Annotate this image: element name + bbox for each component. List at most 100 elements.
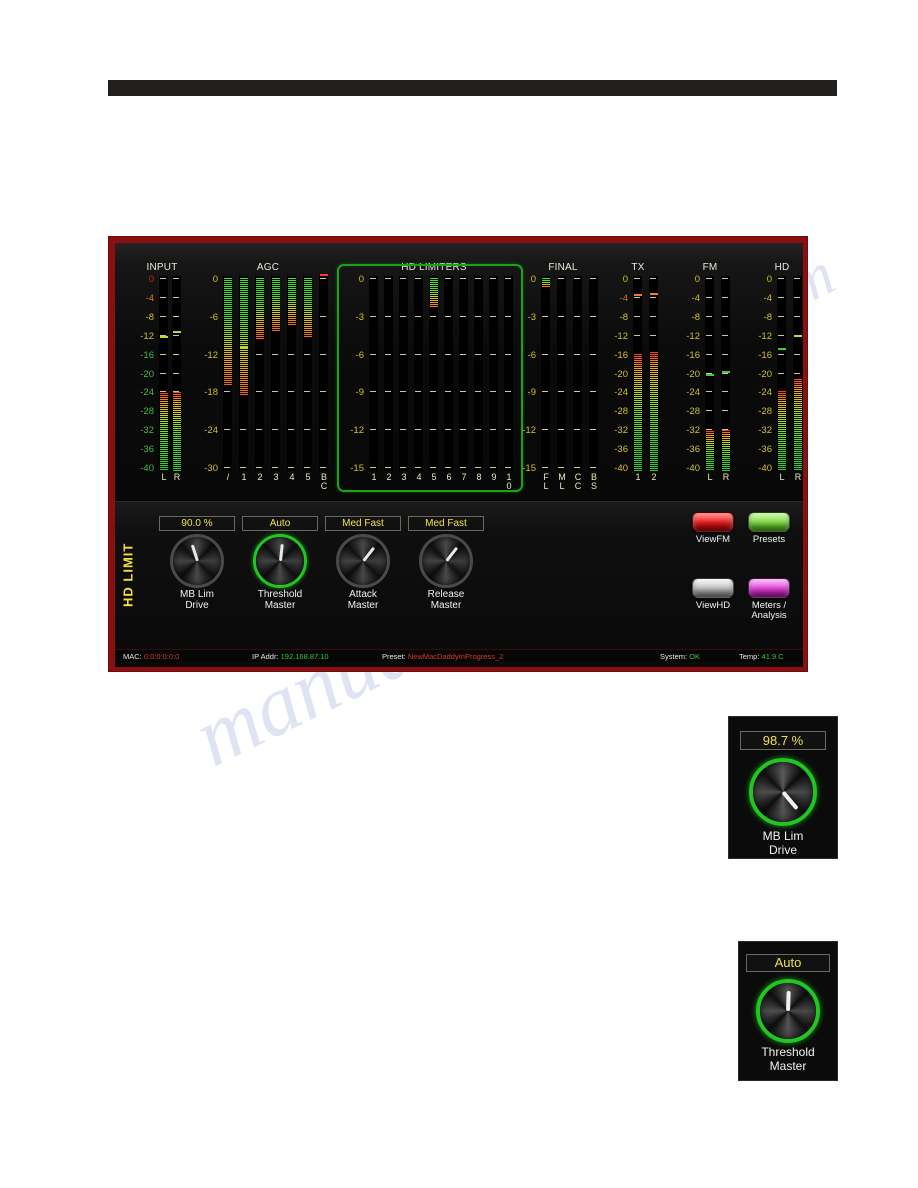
meter-scale-label: -32	[758, 425, 772, 437]
knob-value-display[interactable]: Med Fast	[408, 516, 484, 531]
inset-2-caption: Threshold Master	[739, 1045, 837, 1074]
knob-dial[interactable]	[170, 534, 224, 588]
meter-channel-label: 3	[273, 472, 279, 482]
meter-channel-label: L	[779, 472, 785, 482]
meter-bar-segments	[633, 354, 642, 471]
button-caption: Meters / Analysis	[751, 600, 787, 621]
meter-bar	[705, 276, 714, 471]
meter-title: HD	[774, 262, 790, 273]
inset-1-knob[interactable]	[749, 758, 817, 826]
status-system: System: OK	[660, 650, 700, 663]
meter-title: TX	[631, 262, 645, 273]
meter-scale-label: -40	[758, 463, 772, 474]
button-led[interactable]	[748, 578, 790, 598]
meter-peak-marker	[239, 347, 248, 350]
meter-scale: 0 -4 -8 -12 -16 -20 -24 -28 -32 -36 -40	[605, 275, 628, 474]
meter-group-input: INPUT 0 -4 -8 -12 -16 -20 -24 -28 -32 -36 -40 L R	[133, 243, 191, 501]
inset-1-value[interactable]: 98.7 %	[740, 731, 826, 750]
meter-channel-label: R	[722, 472, 730, 482]
button-viewfm[interactable]: ViewFM	[687, 512, 739, 545]
meter-scale: 0 -4 -8 -12 -16 -20 -24 -28 -32 -36 -40	[677, 274, 700, 474]
meter-bar-segments	[705, 431, 714, 471]
meter-scale-label: -20	[140, 368, 154, 380]
meter-scale-label: -28	[614, 406, 628, 418]
meter-bar	[303, 276, 312, 471]
meter-bar-segments	[721, 429, 730, 471]
inset-2-knob[interactable]	[756, 979, 820, 1043]
inset-1-caption: MB Lim Drive	[729, 829, 837, 858]
meter-scale-label: -15	[522, 463, 536, 474]
button-led[interactable]	[692, 578, 734, 598]
knob-caption-line1: MB Lim	[180, 589, 214, 600]
knob-dial[interactable]	[253, 534, 307, 588]
meter-scale-label: -30	[204, 463, 218, 474]
meter-scale-label: -12	[686, 330, 700, 342]
meter-title: FINAL	[548, 262, 578, 273]
meter-channel-labels: LR	[777, 473, 803, 499]
knob-value-display[interactable]: Med Fast	[325, 516, 401, 531]
button-led[interactable]	[748, 512, 790, 532]
knob-caption: Attack Master	[323, 589, 403, 611]
status-temp-value: 41.9 C	[761, 652, 784, 661]
meter-bar-segments	[287, 278, 296, 327]
meter-channel-label: BS	[590, 472, 597, 491]
meter-bar	[271, 276, 280, 471]
meter-scale-label: -6	[527, 349, 536, 361]
meter-bar-ticks	[557, 276, 566, 471]
meter-bar	[573, 276, 582, 471]
meter-channel-labels: LR	[705, 473, 737, 499]
meter-channel-label: L	[707, 472, 713, 482]
button-caption: Presets	[752, 534, 786, 545]
meter-scale-label: 0	[694, 274, 700, 285]
meter-channel-label: 1	[241, 472, 247, 482]
meter-scale: 0 -6 -12 -18 -24 -30	[195, 275, 218, 474]
meter-bar-segments	[255, 278, 264, 341]
meter-scale-label: -32	[686, 425, 700, 437]
meter-scale-label: -24	[140, 387, 154, 399]
meter-bar	[239, 276, 248, 471]
meter-bar	[589, 276, 598, 471]
meter-bar-ticks	[589, 276, 598, 471]
meter-scale: 0 -4 -8 -12 -16 -20 -24 -28 -32 -36 -40	[749, 275, 772, 474]
meter-scale-label: -32	[140, 425, 154, 437]
meter-bar	[721, 276, 730, 471]
knob-caption: Threshold Master	[240, 589, 320, 611]
button-viewhd[interactable]: ViewHD	[687, 578, 739, 611]
knob-dial[interactable]	[336, 534, 390, 588]
status-mac: MAC: 0:0:0:0:0:0	[123, 650, 179, 663]
meter-peak-marker	[319, 274, 328, 276]
meter-scale-label: -3	[527, 311, 536, 323]
button-presets[interactable]: Presets	[743, 512, 795, 545]
meter-scale-label: -8	[619, 311, 628, 323]
meter-channel-labels: 12	[633, 473, 665, 499]
meter-channel-label: /	[226, 472, 230, 482]
meter-bar-segments	[271, 278, 280, 332]
knob-value-display[interactable]: Auto	[242, 516, 318, 531]
meter-bars	[159, 276, 185, 471]
button-led[interactable]	[692, 512, 734, 532]
meter-channel-label: 2	[651, 472, 657, 482]
inset-2-value[interactable]: Auto	[746, 954, 830, 972]
meter-bar	[633, 276, 642, 471]
meter-bar-segments	[172, 392, 181, 471]
status-mac-value: 0:0:0:0:0:0	[143, 652, 180, 661]
meter-channel-label: 1	[635, 472, 641, 482]
knob-caption: MB Lim Drive	[157, 589, 237, 611]
meter-scale-label: -24	[204, 425, 218, 437]
knob-threshold: Auto Threshold Master	[240, 516, 320, 611]
meter-channel-label: L	[161, 472, 167, 482]
knob-dial[interactable]	[419, 534, 473, 588]
knob-value-display[interactable]: 90.0 %	[159, 516, 235, 531]
meter-scale-label: -16	[686, 349, 700, 361]
inset-2-knob-pointer	[786, 990, 791, 1012]
meter-channel-label: 4	[289, 472, 295, 482]
button-meters-analysis[interactable]: Meters / Analysis	[743, 578, 795, 621]
meter-scale-label: -28	[686, 406, 700, 418]
meter-scale-label: -24	[614, 387, 628, 399]
meter-channel-labels: / 1 2 3 4 5 B C	[223, 473, 335, 499]
meter-group-hd-limiters: HD LIMITERS 0 -3 -6 -9 -12 -15 1 2 3 4 5 6 7 8 9 1 0	[337, 243, 525, 501]
meter-scale-label: -36	[686, 444, 700, 456]
status-preset: Preset: NewMacDaddyInProgress_2	[382, 650, 503, 663]
meter-peak-marker	[777, 348, 786, 351]
meter-scale-label: -4	[691, 292, 700, 304]
